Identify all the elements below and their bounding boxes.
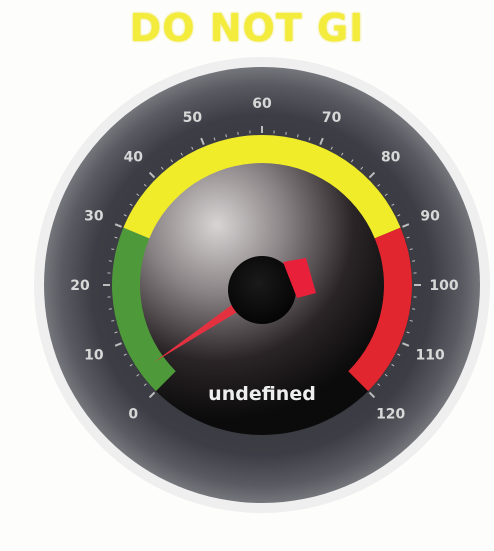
gauge-tick-label: 100 bbox=[429, 278, 458, 294]
gauge-tick-label: 90 bbox=[420, 208, 440, 224]
speedometer-gauge: 0 10 20 30 40 50 60 70 80 90 100 110 120 undefined bbox=[34, 57, 490, 513]
gauge-tick bbox=[111, 319, 115, 322]
gauge-tick bbox=[409, 319, 413, 322]
gauge-tick-label: 20 bbox=[70, 278, 90, 294]
gauge-tick-label: 30 bbox=[84, 208, 104, 224]
gauge-readout: undefined bbox=[208, 383, 316, 405]
gauge-tick-label: 60 bbox=[252, 96, 272, 112]
gauge-tick-label: 80 bbox=[381, 149, 401, 165]
gauge-tick bbox=[111, 248, 115, 251]
gauge-tick-label: 110 bbox=[416, 348, 445, 364]
gauge-tick bbox=[296, 134, 299, 138]
gauge-tick-label: 40 bbox=[124, 149, 144, 165]
gauge-tick bbox=[225, 134, 228, 138]
gauge-tick-label: 120 bbox=[376, 407, 405, 423]
gauge-tick-label: 10 bbox=[84, 348, 104, 364]
gauge-tick bbox=[409, 248, 413, 251]
gauge-tick-label: 70 bbox=[322, 110, 342, 126]
gauge-tick-label: 50 bbox=[183, 110, 203, 126]
gauge-tick-label: 0 bbox=[128, 407, 138, 423]
